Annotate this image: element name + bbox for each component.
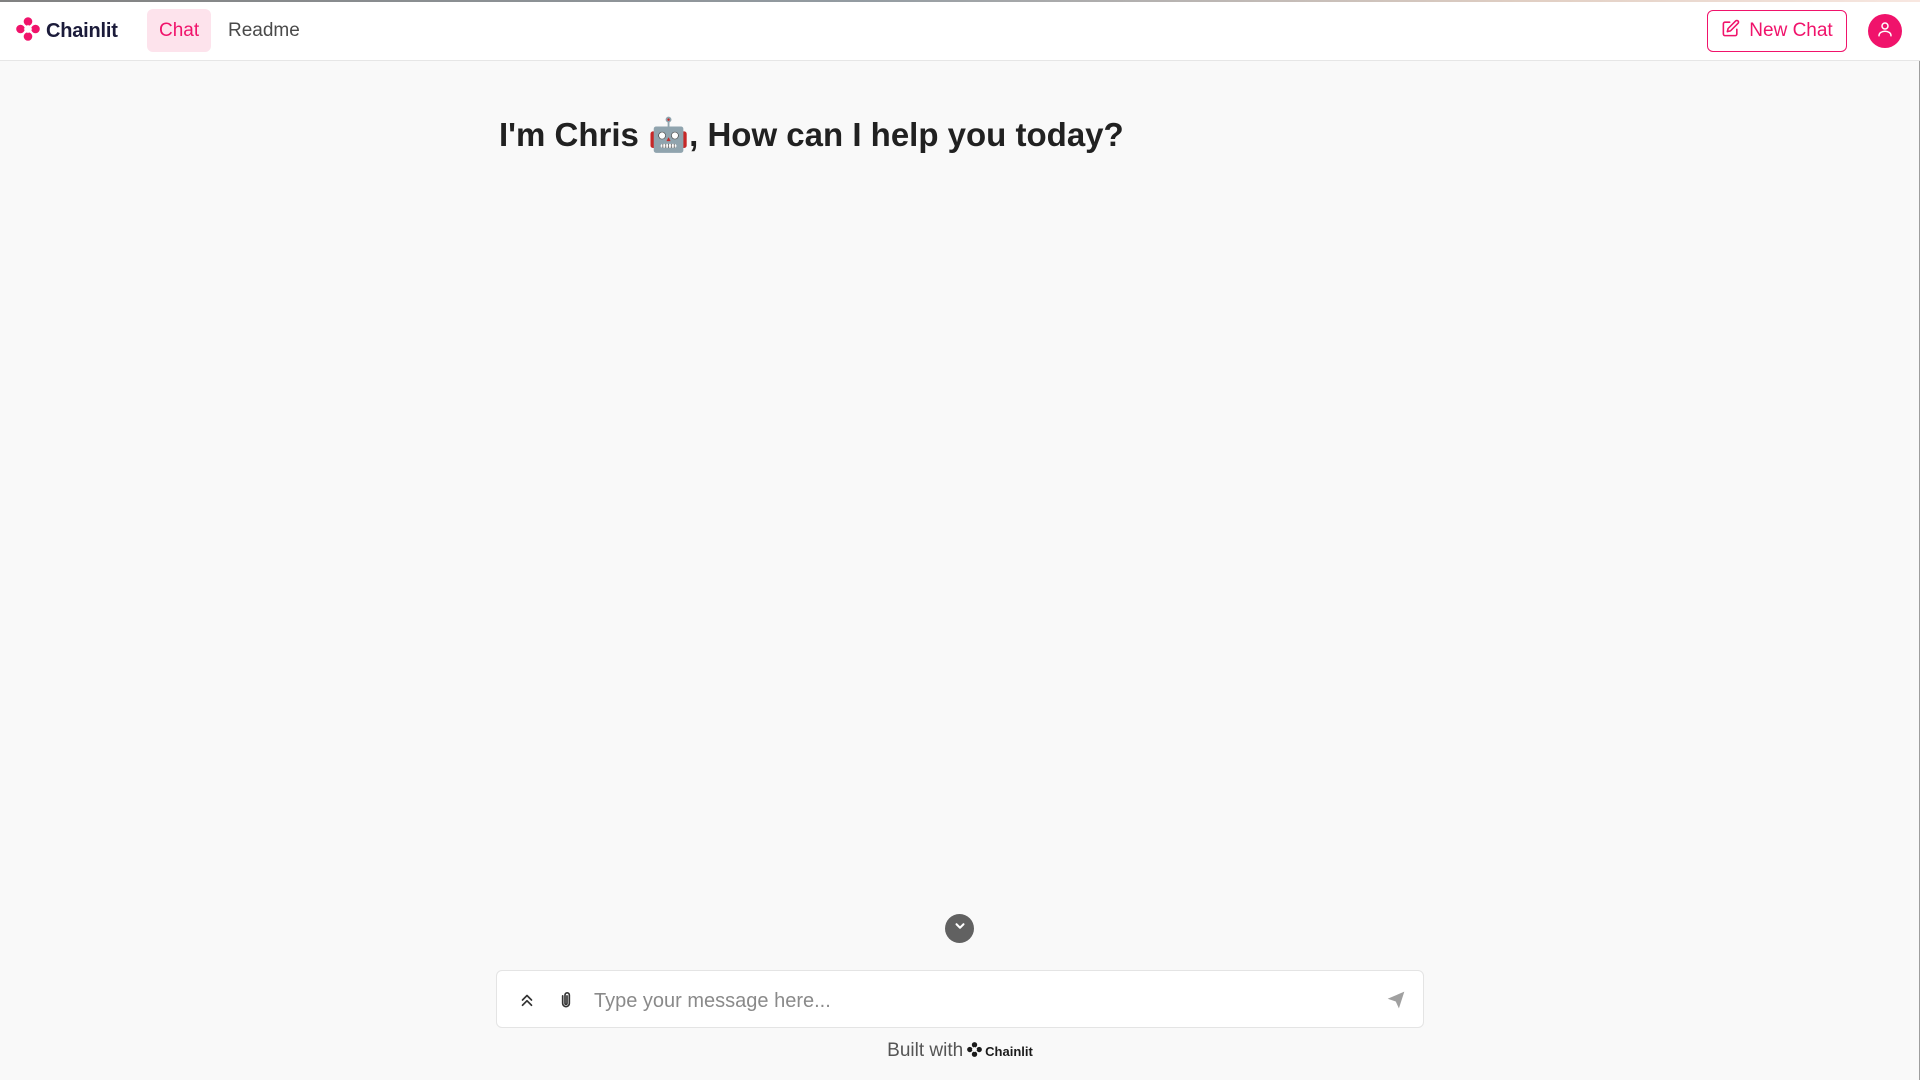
brand-name: Chainlit bbox=[46, 19, 118, 42]
built-with-label: Built with bbox=[887, 1040, 964, 1061]
footer-attribution: Built with Chainlit bbox=[0, 1038, 1920, 1064]
expand-icon[interactable] bbox=[515, 988, 539, 1012]
message-composer bbox=[496, 970, 1424, 1028]
send-icon[interactable] bbox=[1384, 988, 1408, 1012]
new-chat-label: New Chat bbox=[1749, 20, 1833, 41]
app-window: Chainlit Chat Readme New Chat I'm Chris … bbox=[0, 0, 1920, 1080]
tab-chat[interactable]: Chat bbox=[147, 9, 211, 52]
scroll-to-bottom-button[interactable] bbox=[945, 914, 974, 943]
footer-brand-link[interactable]: Chainlit bbox=[967, 1042, 1033, 1060]
top-bar: Chainlit Chat Readme New Chat bbox=[0, 0, 1920, 61]
brand-logo[interactable]: Chainlit bbox=[16, 16, 118, 46]
paperclip-icon[interactable] bbox=[554, 988, 578, 1012]
chainlit-small-logo-icon bbox=[967, 1042, 983, 1060]
user-avatar-button[interactable] bbox=[1868, 14, 1902, 48]
message-input[interactable] bbox=[592, 985, 1366, 1017]
chainlit-logo-icon bbox=[16, 16, 40, 46]
new-chat-button[interactable]: New Chat bbox=[1707, 10, 1847, 52]
tab-readme[interactable]: Readme bbox=[216, 9, 312, 52]
footer-brand-name: Chainlit bbox=[985, 1043, 1033, 1059]
edit-icon bbox=[1721, 19, 1740, 44]
chevron-down-icon bbox=[953, 919, 967, 938]
welcome-message: I'm Chris 🤖, How can I help you today? bbox=[499, 116, 1124, 153]
user-icon bbox=[1876, 20, 1894, 43]
